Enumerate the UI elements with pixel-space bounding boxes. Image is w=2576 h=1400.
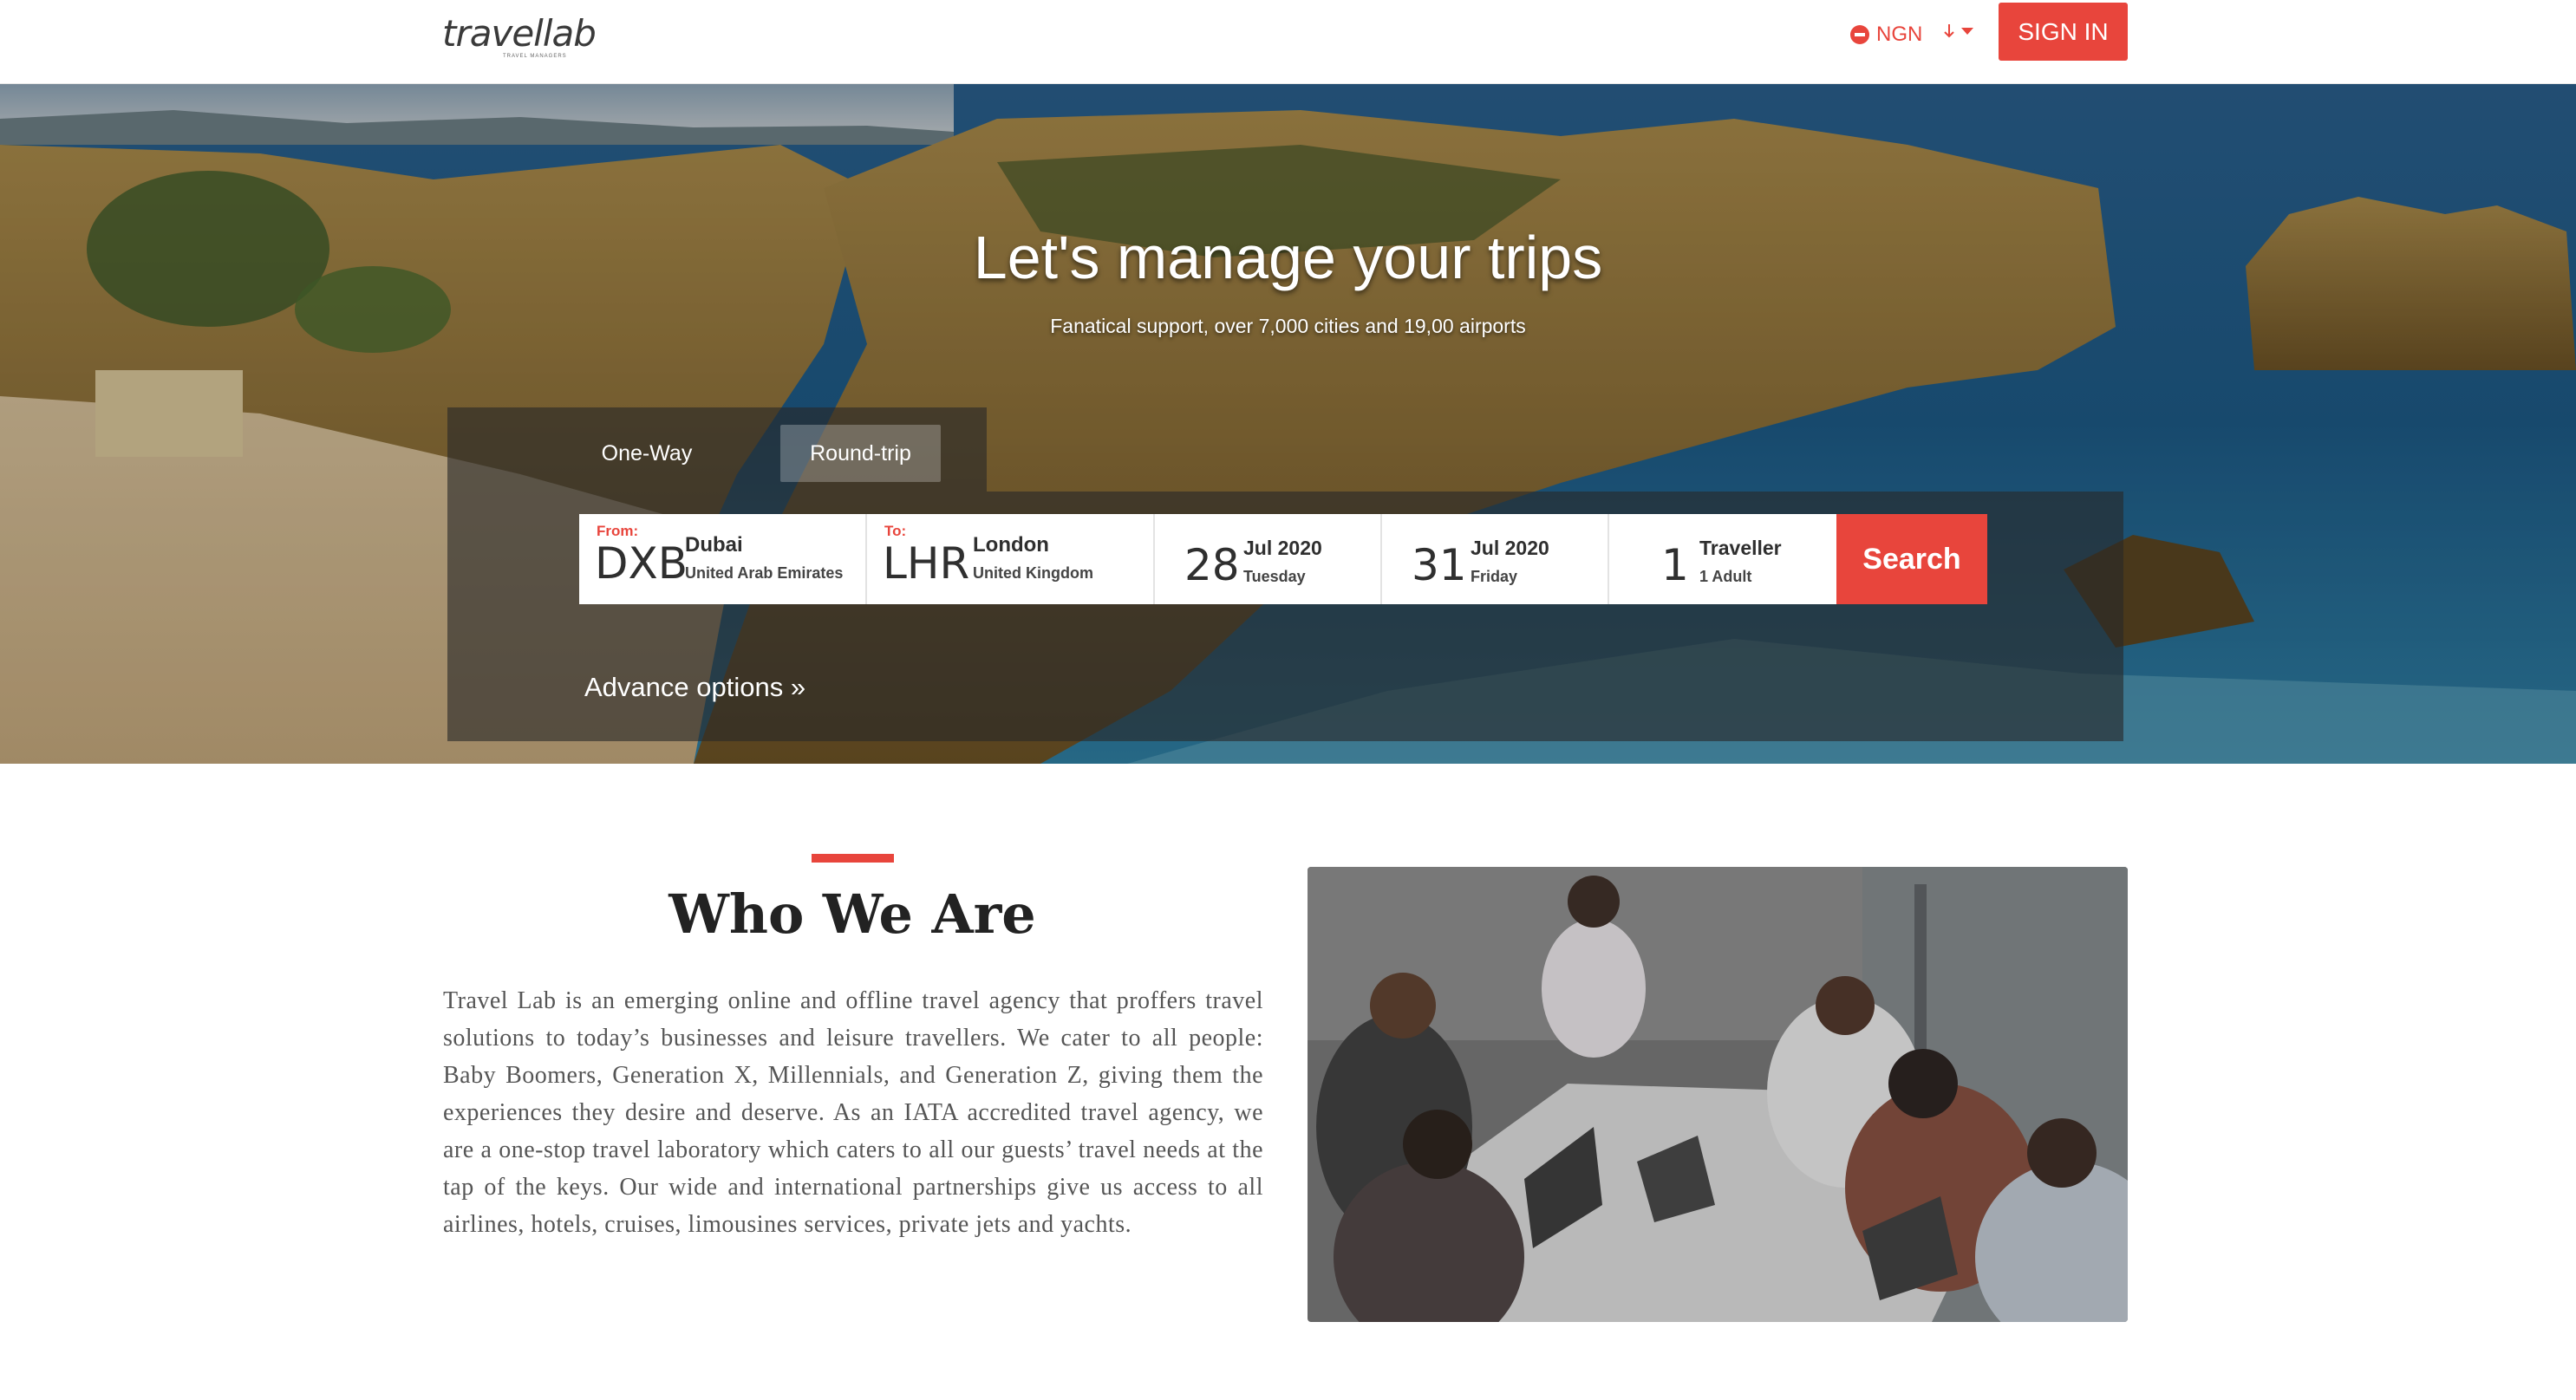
team-meeting-image <box>1308 867 2128 1322</box>
sign-in-button[interactable]: SIGN IN <box>1999 3 2128 61</box>
currency-label: NGN <box>1876 23 1923 46</box>
return-day: 31 <box>1412 540 1467 590</box>
traveller-count: 1 <box>1661 540 1689 590</box>
who-we-are-title: Who We Are <box>668 882 1036 946</box>
logo-tagline: TRAVEL MANAGERS <box>503 54 567 59</box>
search-button[interactable]: Search <box>1836 514 1987 604</box>
travellers-field[interactable]: 1 Traveller 1 Adult <box>1609 514 1836 604</box>
currency-selector[interactable]: NGN <box>1850 23 1922 47</box>
from-country: United Arab Emirates <box>685 564 844 582</box>
from-city: Dubai <box>685 533 743 557</box>
return-weekday: Friday <box>1471 568 1518 585</box>
departure-month: Jul 2020 <box>1243 537 1322 559</box>
language-dropdown[interactable] <box>1942 23 1973 40</box>
return-month: Jul 2020 <box>1471 537 1549 559</box>
hero-subtitle: Fanatical support, over 7,000 cities and… <box>1050 315 1526 337</box>
team-meeting-photo <box>1308 867 2128 1322</box>
from-field[interactable]: From: DXB Dubai United Arab Emirates <box>579 514 867 604</box>
arrow-down-icon <box>1944 24 1954 38</box>
to-field[interactable]: To: LHR London United Kingdom <box>867 514 1155 604</box>
advance-options-link[interactable]: Advance options » <box>584 672 805 703</box>
departure-date-field[interactable]: 28 Jul 2020 Tuesday <box>1155 514 1382 604</box>
from-label: From: <box>597 523 639 539</box>
to-airport-code: LHR <box>883 538 970 589</box>
return-date-field[interactable]: 31 Jul 2020 Friday <box>1382 514 1609 604</box>
traveller-label: Traveller <box>1699 537 1782 559</box>
logo-wordmark: travellab <box>442 12 597 55</box>
departure-day: 28 <box>1184 540 1240 590</box>
who-we-are-text: Travel Lab is an emerging online and off… <box>443 987 1263 1238</box>
search-fields: From: DXB Dubai United Arab Emirates To:… <box>579 514 1987 604</box>
tab-round-trip[interactable]: Round-trip <box>780 425 941 482</box>
departure-weekday: Tuesday <box>1243 568 1306 585</box>
site-header: travellab TRAVEL MANAGERS NGN SIGN IN <box>0 0 2576 84</box>
to-city: London <box>973 533 1049 557</box>
to-label: To: <box>884 523 907 539</box>
hero-title: Let's manage your trips <box>973 224 1603 291</box>
search-panel: From: DXB Dubai United Arab Emirates To:… <box>447 492 2123 741</box>
chevron-down-icon <box>1961 28 1973 35</box>
flight-search-widget: One-Way Round-trip From: DXB Dubai Unite… <box>447 407 2123 741</box>
from-airport-code: DXB <box>595 538 688 589</box>
trip-type-tabs: One-Way Round-trip <box>447 407 987 492</box>
traveller-detail: 1 Adult <box>1699 568 1752 585</box>
nigeria-flag-icon <box>1850 25 1869 44</box>
tab-one-way[interactable]: One-Way <box>593 425 701 482</box>
section-accent-bar <box>812 854 894 863</box>
travellab-logo[interactable]: travellab TRAVEL MANAGERS <box>442 12 597 64</box>
to-country: United Kingdom <box>973 564 1093 582</box>
